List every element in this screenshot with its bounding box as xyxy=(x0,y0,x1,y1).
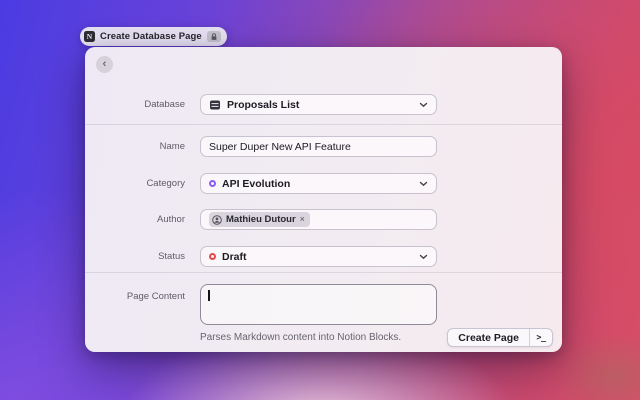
status-dropdown[interactable]: Draft xyxy=(200,246,437,267)
author-chip[interactable]: Mathieu Dutour × xyxy=(209,212,310,227)
create-page-button-group: Create Page >_ xyxy=(447,328,553,347)
back-button[interactable]: ‹ xyxy=(96,56,113,73)
category-ring-icon xyxy=(209,180,216,187)
chevron-down-icon xyxy=(419,181,428,187)
page-content-textarea[interactable] xyxy=(200,284,437,325)
divider xyxy=(85,272,562,273)
status-row: Status Draft xyxy=(85,246,562,267)
author-tag-input[interactable]: Mathieu Dutour × xyxy=(200,209,437,230)
command-tag[interactable]: N Create Database Page xyxy=(80,27,227,46)
author-label: Author xyxy=(85,209,185,230)
text-cursor xyxy=(208,290,210,301)
database-row: Database Proposals List xyxy=(85,94,562,115)
page-content-label: Page Content xyxy=(85,284,185,305)
person-avatar-icon xyxy=(212,215,222,225)
category-dropdown[interactable]: API Evolution xyxy=(200,173,437,194)
notion-icon: N xyxy=(84,31,95,42)
name-input[interactable]: Super Duper New API Feature xyxy=(200,136,437,157)
category-label: Category xyxy=(85,173,185,194)
chevron-down-icon xyxy=(419,254,428,260)
status-label: Status xyxy=(85,246,185,267)
database-value: Proposals List xyxy=(227,99,413,111)
remove-chip-icon[interactable]: × xyxy=(300,215,305,224)
database-label: Database xyxy=(85,94,185,115)
scriptkit-prompt-icon[interactable]: >_ xyxy=(530,329,552,346)
database-dropdown[interactable]: Proposals List xyxy=(200,94,437,115)
footer-hint: Parses Markdown content into Notion Bloc… xyxy=(200,332,401,343)
create-database-page-window: ‹ Database Proposals List Name Super Dup… xyxy=(85,47,562,352)
category-row: Category API Evolution xyxy=(85,173,562,194)
divider xyxy=(85,124,562,125)
chevron-down-icon xyxy=(419,102,428,108)
name-row: Name Super Duper New API Feature xyxy=(85,136,562,157)
author-chip-name: Mathieu Dutour xyxy=(226,214,296,225)
lock-icon xyxy=(207,31,221,42)
status-value: Draft xyxy=(222,251,413,263)
name-value: Super Duper New API Feature xyxy=(209,141,428,153)
name-label: Name xyxy=(85,136,185,157)
author-row: Author Mathieu Dutour × xyxy=(85,209,562,230)
category-value: API Evolution xyxy=(222,178,413,190)
status-ring-icon xyxy=(209,253,216,260)
command-tag-label: Create Database Page xyxy=(100,31,202,42)
database-icon xyxy=(209,99,221,111)
create-page-button[interactable]: Create Page xyxy=(448,329,529,346)
